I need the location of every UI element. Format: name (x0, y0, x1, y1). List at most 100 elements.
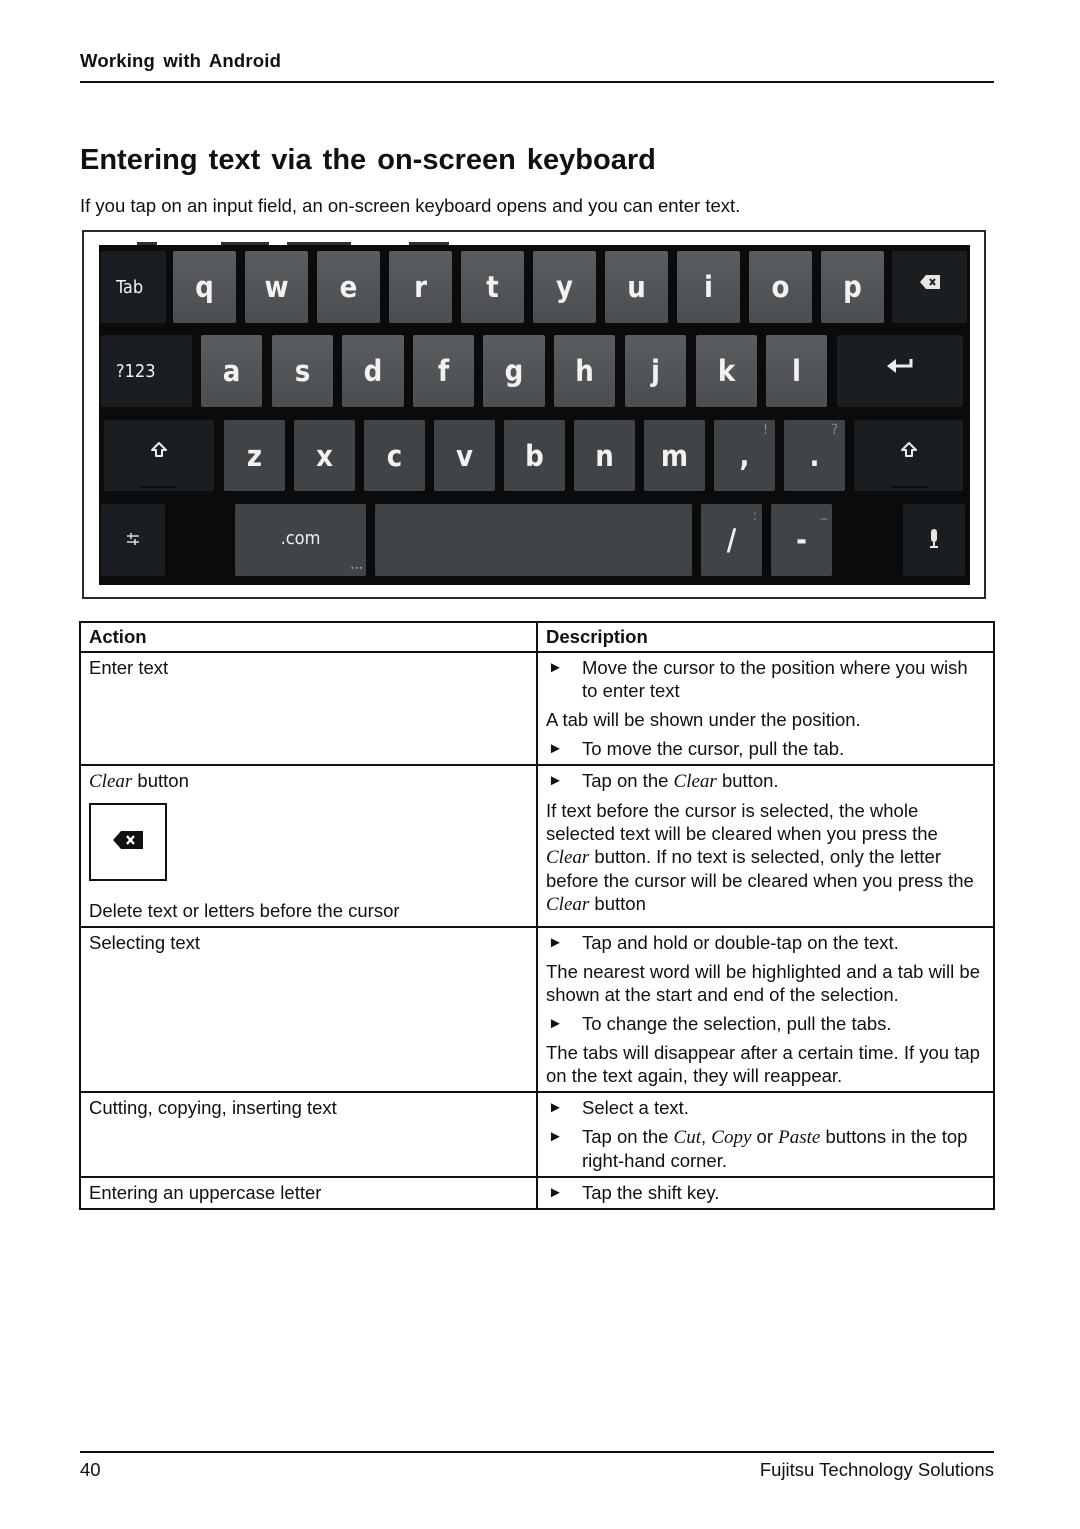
key-space[interactable] (375, 504, 692, 576)
key-h[interactable]: h (554, 335, 615, 407)
step-text: Tap on the (582, 770, 674, 791)
more-indicator: ••• (350, 564, 363, 573)
key-y[interactable]: y (533, 251, 596, 323)
key-label: . (809, 438, 820, 473)
table-row-selecting-text: Selecting text ► Tap and hold or double-t… (79, 926, 995, 1093)
key-dash[interactable]: - _ (771, 504, 832, 576)
key-t[interactable]: t (461, 251, 524, 323)
on-screen-keyboard: Tab q w e r t y u i o p ?123 a s d f g h… (99, 242, 970, 585)
key-u[interactable]: u (605, 251, 668, 323)
key-shift-right[interactable] (854, 420, 963, 491)
key-hint: ! (762, 422, 768, 438)
key-label: u (627, 270, 646, 304)
backspace-icon (113, 830, 143, 854)
enter-arrow-icon (887, 358, 913, 374)
ui-term: Clear (89, 771, 133, 792)
clear-button-illustration (89, 803, 167, 881)
key-m[interactable]: m (644, 420, 705, 491)
key-e[interactable]: e (317, 251, 380, 323)
key-backspace[interactable] (892, 251, 967, 323)
key-hint: _ (820, 504, 827, 520)
key-period[interactable]: . ? (784, 420, 845, 491)
publisher-name: Fujitsu Technology Solutions (759, 1459, 994, 1480)
key-label: v (455, 438, 473, 473)
key-z[interactable]: z (224, 420, 285, 491)
key-dotcom[interactable]: .com ••• (235, 504, 366, 576)
key-enter[interactable] (837, 335, 963, 407)
key-voice[interactable] (903, 504, 965, 576)
key-d[interactable]: d (342, 335, 404, 407)
page-number: 40 (80, 1459, 101, 1480)
key-slash[interactable]: / : (701, 504, 762, 576)
key-i[interactable]: i (677, 251, 740, 323)
column-header-description: Description (536, 621, 995, 653)
key-p[interactable]: p (821, 251, 884, 323)
key-j[interactable]: j (625, 335, 686, 407)
bullet-triangle-icon: ► (548, 740, 563, 757)
key-label: i (704, 270, 713, 304)
step-text: or (751, 1126, 779, 1147)
key-g[interactable]: g (483, 335, 545, 407)
key-comma[interactable]: , ! (714, 420, 775, 491)
key-n[interactable]: n (574, 420, 635, 491)
step-text: Tap on the (582, 1126, 674, 1147)
running-head: Working with Android (80, 50, 282, 71)
keyboard-edge-artifact (287, 242, 351, 245)
instruction-step: ► Move the cursor to the position where y… (546, 656, 985, 702)
key-s[interactable]: s (272, 335, 333, 407)
bullet-triangle-icon: ► (548, 934, 563, 951)
description-cell: ► Move the cursor to the position where y… (536, 651, 995, 766)
text-run: If text before the cursor is selected, t… (546, 800, 938, 844)
text-run: button. If no text is selected, only the… (546, 846, 974, 891)
shift-indicator (141, 486, 177, 488)
key-w[interactable]: w (245, 251, 308, 323)
key-label: o (771, 270, 790, 304)
key-f[interactable]: f (413, 335, 474, 407)
description-cell: ► Tap and hold or double-tap on the text.… (536, 926, 995, 1093)
key-label: f (437, 354, 450, 388)
key-label: e (339, 270, 358, 304)
text-run: button (589, 893, 646, 914)
key-label: k (717, 354, 736, 388)
key-symbols[interactable]: ?123 (101, 335, 192, 407)
step-text: Select a text. (582, 1097, 689, 1118)
action-text: button (132, 770, 189, 791)
description-cell: ► Tap the shift key. (536, 1176, 995, 1210)
key-r[interactable]: r (389, 251, 452, 323)
key-l[interactable]: l (766, 335, 827, 407)
key-k[interactable]: k (696, 335, 757, 407)
table-row-clear-button: Clear button Delete text or letters befo… (79, 764, 995, 928)
footer-rule (80, 1451, 994, 1453)
key-x[interactable]: x (294, 420, 355, 491)
bullet-triangle-icon: ► (548, 1128, 563, 1145)
action-cell: Selecting text (79, 926, 538, 1093)
ui-term: Paste (778, 1127, 821, 1148)
key-label: g (504, 354, 524, 388)
result-text: The tabs will disappear after a certain … (546, 1042, 980, 1086)
key-q[interactable]: q (173, 251, 236, 323)
bullet-triangle-icon: ► (548, 772, 563, 789)
instruction-step: ► Select a text. (546, 1096, 985, 1119)
key-o[interactable]: o (749, 251, 812, 323)
key-hint: ? (831, 422, 838, 438)
key-c[interactable]: c (364, 420, 425, 491)
action-cell: Enter text (79, 651, 538, 766)
key-settings[interactable] (101, 504, 165, 576)
key-label: d (363, 354, 383, 388)
key-label: n (595, 438, 614, 473)
ui-term: Clear (546, 894, 590, 915)
key-b[interactable]: b (504, 420, 565, 491)
key-label: .com (280, 527, 321, 549)
key-label: h (575, 354, 594, 388)
key-label: z (246, 438, 263, 473)
key-label: r (414, 270, 427, 304)
key-v[interactable]: v (434, 420, 495, 491)
instruction-step: ► To move the cursor, pull the tab. (546, 737, 985, 760)
backspace-icon (919, 275, 940, 289)
key-shift-left[interactable] (104, 420, 214, 491)
key-tab[interactable]: Tab (101, 251, 166, 323)
action-note: Delete text or letters before the cursor (89, 900, 400, 921)
description-cell: ► Tap on the Clear button. If text before… (536, 764, 995, 928)
key-a[interactable]: a (201, 335, 262, 407)
description-cell: ► Select a text. ► Tap on the Cut, Copy or… (536, 1091, 995, 1178)
